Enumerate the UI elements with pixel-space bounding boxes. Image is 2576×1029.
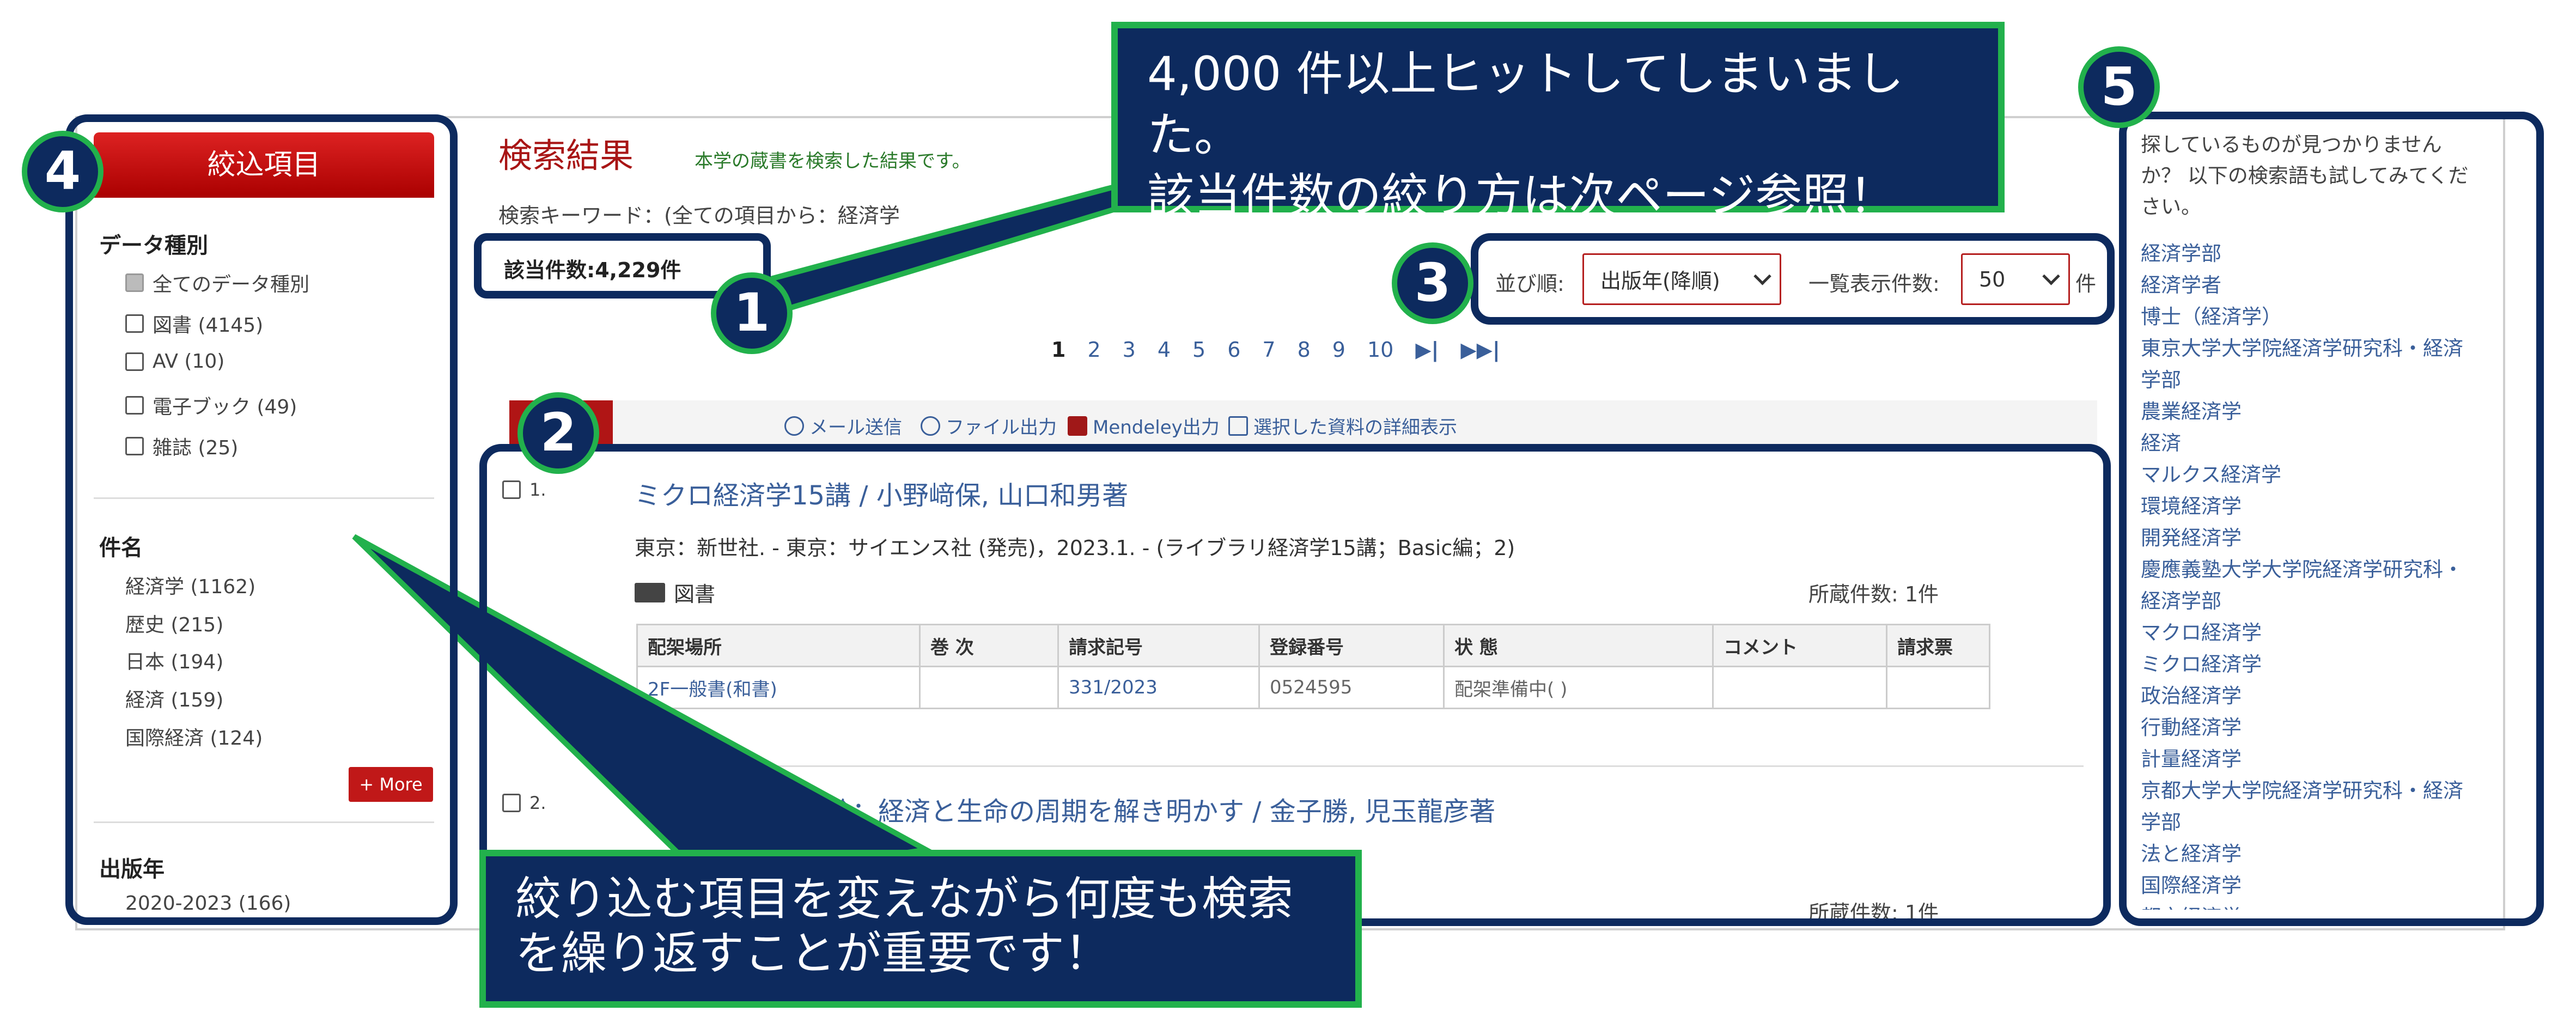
top-callout-line: 4,000 件以上ヒットしてしまいました。 xyxy=(1147,47,1904,162)
top-callout-line: 該当件数の絞り方は次ページ参照！ xyxy=(1147,169,1896,223)
highlight-box-4 xyxy=(65,114,458,925)
highlight-box-5 xyxy=(2119,112,2544,926)
bottom-callout-line: 絞り込む項目を変えながら何度も検索 xyxy=(515,872,1294,926)
bottom-callout-line: を繰り返すことが重要です！ xyxy=(515,927,1111,980)
bottom-callout: 絞り込む項目を変えながら何度も検索 を繰り返すことが重要です！ xyxy=(479,850,1362,1008)
marker-1: 1 xyxy=(711,272,793,354)
marker-5: 5 xyxy=(2078,46,2160,128)
highlight-box-3 xyxy=(1471,233,2115,325)
marker-4: 4 xyxy=(22,131,103,212)
marker-3: 3 xyxy=(1392,242,1473,324)
marker-2: 2 xyxy=(517,392,599,474)
top-callout: 4,000 件以上ヒットしてしまいました。 該当件数の絞り方は次ページ参照！ xyxy=(1111,22,2005,223)
